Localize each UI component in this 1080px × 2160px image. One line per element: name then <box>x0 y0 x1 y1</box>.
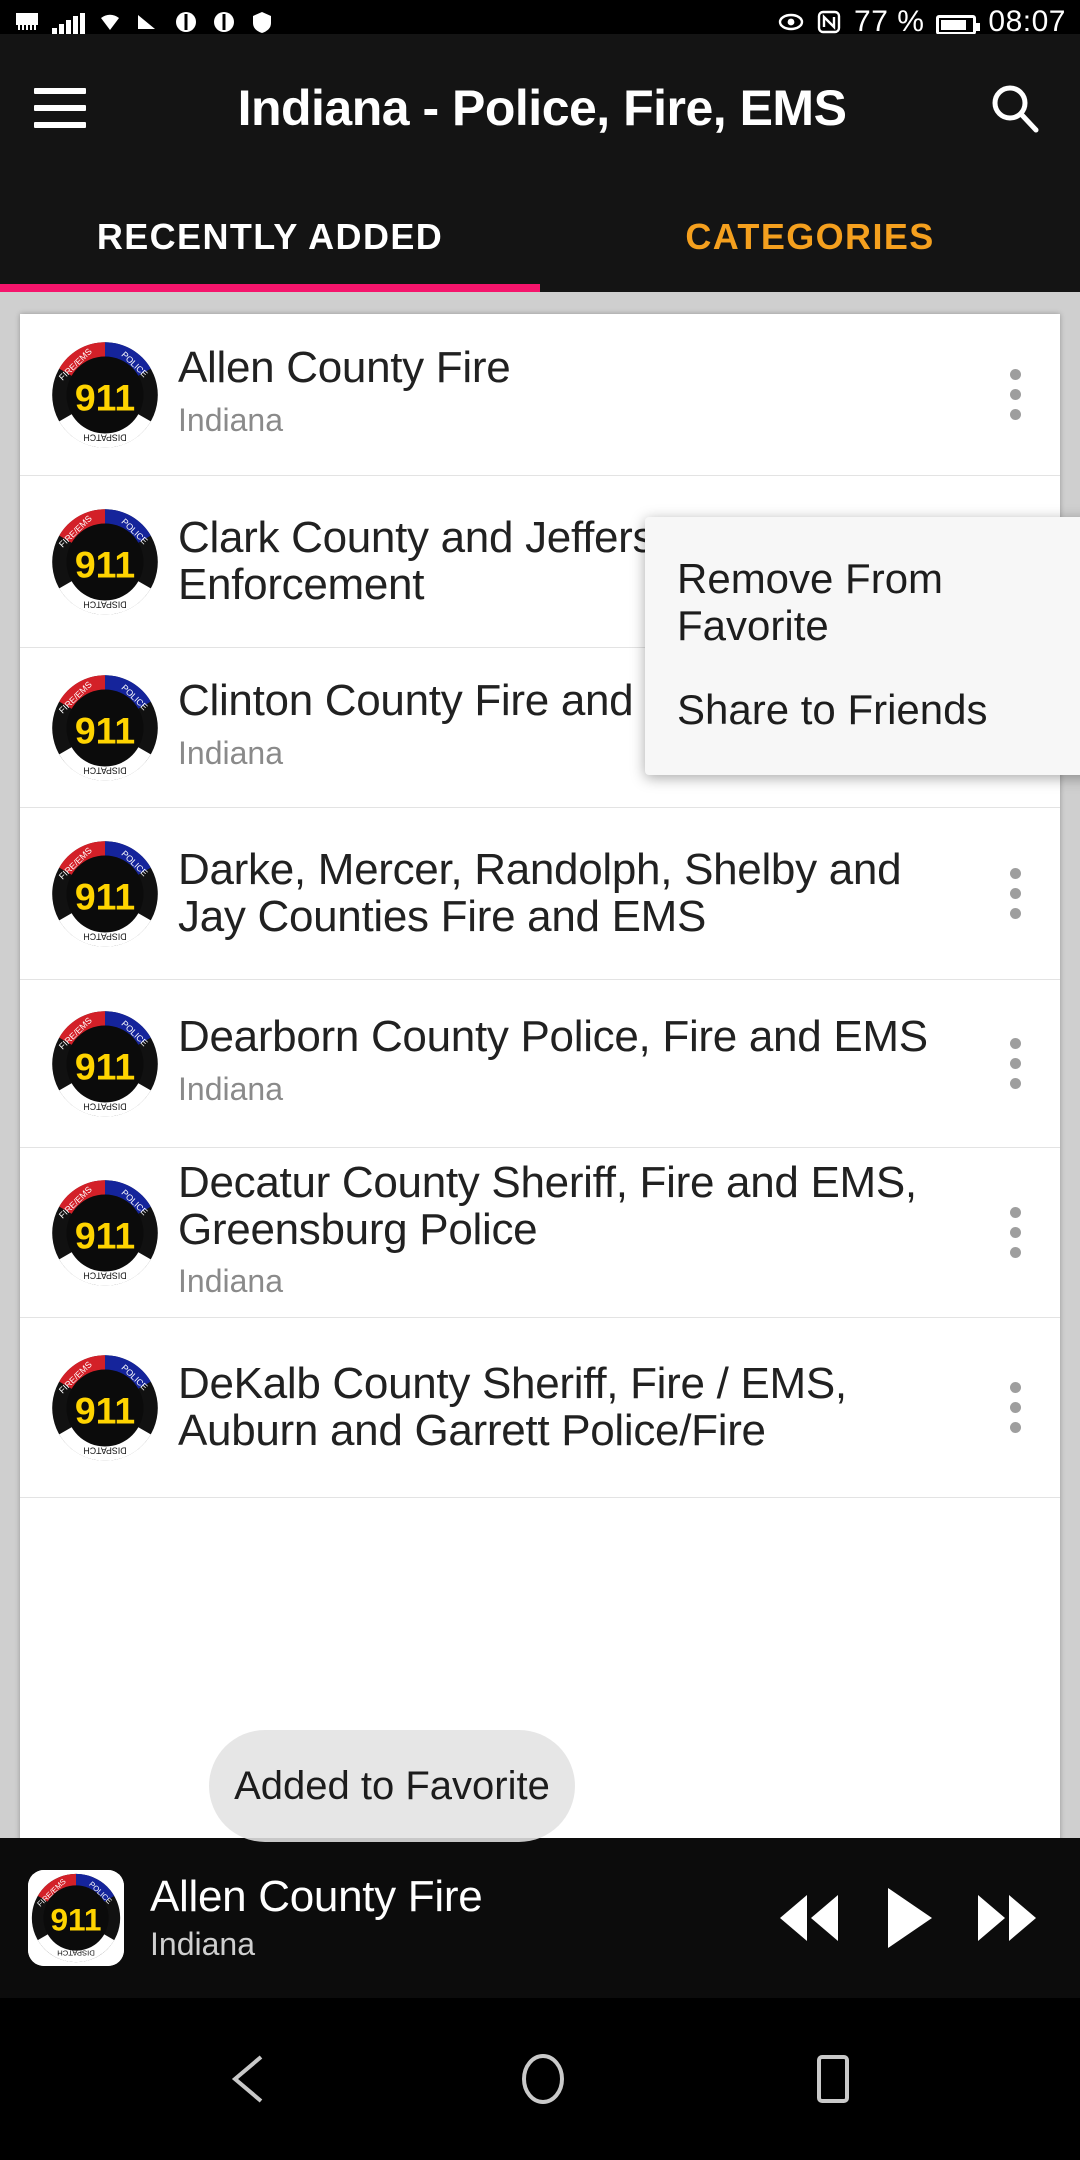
svg-text:DISPATCH: DISPATCH <box>83 931 126 941</box>
svg-text:DISPATCH: DISPATCH <box>83 765 126 775</box>
nfc-icon <box>816 9 842 34</box>
list-item[interactable]: 911 FIRE/EMS POLICE DISPATCH Dearborn Co… <box>20 980 1060 1148</box>
rewind-button[interactable] <box>774 1889 844 1947</box>
tab-recently-added-label: RECENTLY ADDED <box>96 216 444 257</box>
list-item-title: Allen County Fire <box>178 343 511 393</box>
player-subtitle: Indiana <box>150 1925 255 1962</box>
player-info[interactable]: Allen County Fire Indiana <box>124 1872 774 1962</box>
wifi-calling-icon <box>14 9 40 34</box>
recents-button[interactable] <box>809 2052 857 2106</box>
list-item-title: DeKalb County Sheriff, Fire / EMS, Aubur… <box>178 1358 847 1455</box>
back-button[interactable] <box>223 2052 277 2106</box>
eye-icon <box>778 9 804 34</box>
app-screen: 77 % 08:07 Indiana - Police, Fire, EMS R… <box>0 0 1080 2160</box>
page-title: Indiana - Police, Fire, EMS <box>237 80 847 136</box>
clock-label: 08:07 <box>988 5 1066 35</box>
sync-icon <box>173 9 199 34</box>
wifi-icon <box>97 9 123 34</box>
home-button[interactable] <box>517 2052 569 2106</box>
overflow-menu-icon[interactable] <box>970 1178 1060 1288</box>
svg-text:911: 911 <box>75 1389 135 1431</box>
list-item[interactable]: 911 FIRE/EMS POLICE DISPATCH Decatur Cou… <box>20 1148 1060 1318</box>
list-item-title: Darke, Mercer, Randolph, Shelby and Jay … <box>178 844 902 941</box>
context-menu: Remove From Favorite Share to Friends <box>645 517 1080 776</box>
overflow-menu-icon[interactable] <box>970 1353 1060 1463</box>
overflow-menu-icon[interactable] <box>970 1009 1060 1119</box>
station-logo-911-icon: 911 FIRE/EMS POLICE DISPATCH <box>50 1353 160 1463</box>
shield-icon <box>249 9 275 34</box>
play-button[interactable] <box>880 1884 936 1952</box>
overflow-menu-icon[interactable] <box>970 340 1060 450</box>
list-item-title: Dearborn County Police, Fire and EMS <box>178 1012 928 1062</box>
station-logo-911-icon: 911 FIRE/EMS POLICE DISPATCH <box>50 507 160 617</box>
list-item[interactable]: 911 FIRE/EMS POLICE DISPATCH DeKalb Coun… <box>20 1318 1060 1498</box>
list-item-subtitle: Indiana <box>178 1263 283 1300</box>
cast-icon <box>135 9 161 34</box>
station-logo-911-icon: 911 FIRE/EMS POLICE DISPATCH <box>50 673 160 783</box>
toast-message: Added to Favorite <box>209 1730 575 1842</box>
list-item-subtitle: Indiana <box>178 401 283 438</box>
menu-item-share-to-friends[interactable]: Share to Friends <box>645 668 1080 751</box>
sync-icon-2 <box>211 9 237 34</box>
svg-text:911: 911 <box>75 376 135 418</box>
svg-text:DISPATCH: DISPATCH <box>83 432 126 442</box>
system-nav-bar <box>0 1998 1080 2160</box>
list-item-title: Decatur County Sheriff, Fire and EMS, Gr… <box>178 1157 917 1254</box>
list-item[interactable]: 911 FIRE/EMS POLICE DISPATCH Darke, Merc… <box>20 808 1060 980</box>
hamburger-menu-icon[interactable] <box>34 88 86 128</box>
station-logo-911-icon: 911 FIRE/EMS POLICE DISPATCH <box>50 839 160 949</box>
svg-text:911: 911 <box>75 543 135 585</box>
list-item-text: Decatur County Sheriff, Fire and EMS, Gr… <box>178 1144 970 1321</box>
svg-text:911: 911 <box>50 1901 101 1937</box>
signal-bars-icon <box>52 13 85 34</box>
svg-text:DISPATCH: DISPATCH <box>83 1270 126 1280</box>
status-bar-left <box>14 6 275 34</box>
tab-bar: RECENTLY ADDED CATEGORIES <box>0 182 1080 292</box>
fast-forward-button[interactable] <box>972 1889 1042 1947</box>
tab-categories[interactable]: CATEGORIES <box>540 182 1080 292</box>
player-bar: 911 FIRE/EMS POLICE DISPATCH Allen Count… <box>0 1838 1080 1998</box>
svg-text:DISPATCH: DISPATCH <box>83 1445 126 1455</box>
list-item[interactable]: 911 FIRE/EMS POLICE DISPATCH Allen Count… <box>20 314 1060 476</box>
list-item-text: Allen County Fire Indiana <box>178 329 970 460</box>
station-logo-911-icon: 911 FIRE/EMS POLICE DISPATCH <box>50 340 160 450</box>
svg-text:DISPATCH: DISPATCH <box>83 599 126 609</box>
player-station-logo-911-icon: 911 FIRE/EMS POLICE DISPATCH <box>28 1870 124 1966</box>
tab-categories-label: CATEGORIES <box>685 216 935 257</box>
status-bar-right: 77 % 08:07 <box>778 5 1066 35</box>
overflow-menu-icon[interactable] <box>970 839 1060 949</box>
menu-item-remove-from-favorite[interactable]: Remove From Favorite <box>645 537 1080 668</box>
player-title: Allen County Fire <box>150 1872 483 1922</box>
svg-text:DISPATCH: DISPATCH <box>57 1949 95 1958</box>
player-controls <box>774 1884 1052 1952</box>
list-item-subtitle: Indiana <box>178 1070 283 1107</box>
app-bar: Indiana - Police, Fire, EMS <box>0 34 1080 182</box>
station-logo-911-icon: 911 FIRE/EMS POLICE DISPATCH <box>50 1009 160 1119</box>
battery-icon <box>936 15 981 34</box>
list-item-text: Dearborn County Police, Fire and EMS Ind… <box>178 998 970 1129</box>
tab-recently-added[interactable]: RECENTLY ADDED <box>0 182 540 292</box>
svg-text:911: 911 <box>75 1214 135 1256</box>
station-logo-911-icon: 911 FIRE/EMS POLICE DISPATCH <box>50 1178 160 1288</box>
svg-text:DISPATCH: DISPATCH <box>83 1101 126 1111</box>
status-bar: 77 % 08:07 <box>0 0 1080 34</box>
svg-text:911: 911 <box>75 1045 135 1087</box>
battery-percent-label: 77 % <box>854 5 925 35</box>
list-item-text: Darke, Mercer, Randolph, Shelby and Jay … <box>178 831 970 956</box>
svg-text:911: 911 <box>75 709 135 751</box>
search-icon[interactable] <box>984 77 1046 139</box>
list-item-text: DeKalb County Sheriff, Fire / EMS, Aubur… <box>178 1345 970 1470</box>
svg-text:911: 911 <box>75 875 135 917</box>
